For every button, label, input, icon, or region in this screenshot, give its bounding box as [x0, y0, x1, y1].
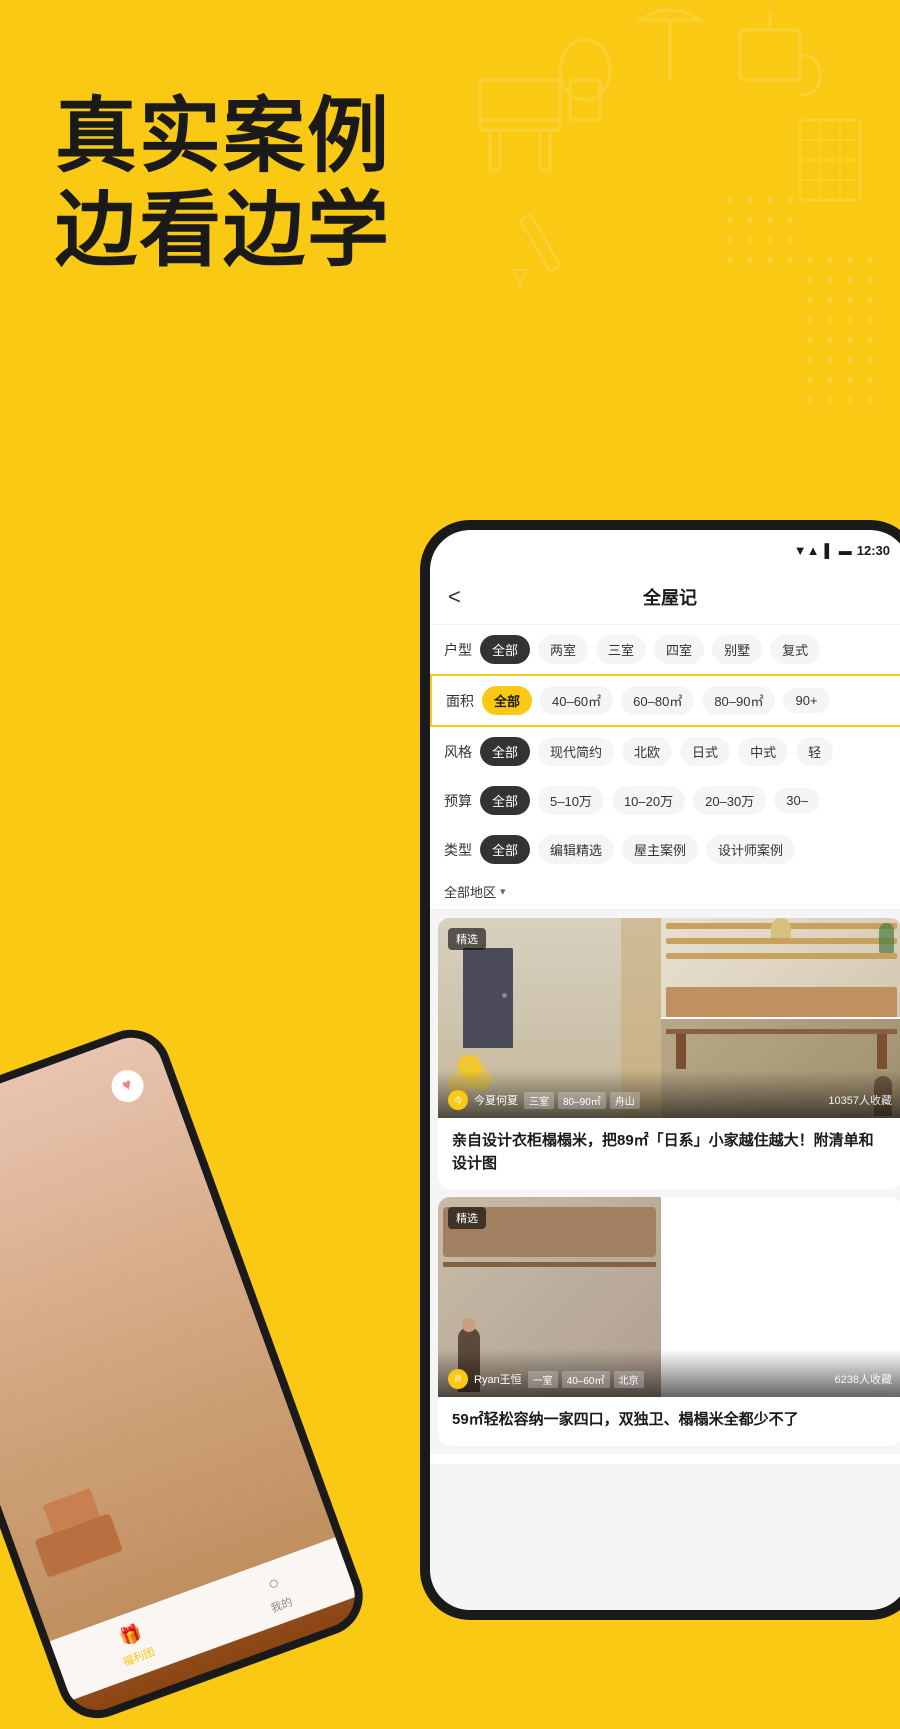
style-chip-chinese[interactable]: 中式 [738, 737, 788, 766]
card-2-saves: 6238人收藏 [835, 1371, 892, 1387]
area-chip-60-80[interactable]: 60–80㎡ [621, 686, 694, 715]
card-1-tag-rooms: 三室 [524, 1092, 554, 1109]
region-filter-row[interactable]: 全部地区 ▾ [430, 874, 900, 910]
back-button[interactable]: < [448, 584, 461, 610]
signal-icon: ▌ [825, 543, 834, 558]
area-chip-all[interactable]: 全部 [482, 686, 532, 715]
phone-small: ♥ 🎁 福利团 ○ 我的 [0, 1019, 374, 1729]
type-chip-3[interactable]: 三室 [596, 635, 646, 664]
type-chip-duplex[interactable]: 复式 [770, 635, 820, 664]
category-chip-editor[interactable]: 编辑精选 [538, 835, 614, 864]
card-2-meta: R Ryan王恒 一室 40–60㎡ 北京 6238人收藏 [438, 1349, 900, 1397]
style-chip-all[interactable]: 全部 [480, 737, 530, 766]
status-icons: ▼▲ ▌ ▬ 12:30 [794, 543, 890, 558]
card-2-author: Ryan王恒 [474, 1371, 522, 1387]
budget-chip-20-30[interactable]: 20–30万 [693, 786, 766, 815]
card-1-badge: 精选 [448, 928, 486, 950]
filters-container: 户型 全部 两室 三室 四室 别墅 复式 面积 全部 40–60㎡ 60–80㎡… [430, 625, 900, 910]
phone-screen: ▼▲ ▌ ▬ 12:30 < 全屋记 户型 全部 两室 三室 四室 别墅 复式 [430, 530, 900, 1610]
card-2-tag-city: 北京 [614, 1371, 644, 1388]
filter-row-type: 户型 全部 两室 三室 四室 别墅 复式 [430, 625, 900, 674]
card-2-badge: 精选 [448, 1207, 486, 1229]
page-title: 全屋记 [643, 584, 697, 610]
area-chip-40-60[interactable]: 40–60㎡ [540, 686, 613, 715]
phone-small-screen: ♥ 🎁 福利团 ○ 我的 [0, 1029, 364, 1719]
time: 12:30 [857, 543, 890, 558]
card-2-tags: 一室 40–60㎡ 北京 [528, 1371, 644, 1388]
card-2-title: 59㎡轻松容纳一家四口，双独卫、榻榻米全都少不了 [438, 1397, 900, 1446]
budget-chip-5-10[interactable]: 5–10万 [538, 786, 604, 815]
card-1-saves: 10357人收藏 [828, 1092, 892, 1108]
content-area: 精选 [430, 910, 900, 1610]
card-1-author: 今夏何夏 [474, 1092, 518, 1108]
budget-chip-10-20[interactable]: 10–20万 [612, 786, 685, 815]
card-2-meta-left: R Ryan王恒 一室 40–60㎡ 北京 [448, 1369, 644, 1389]
type-label: 户型 [444, 640, 472, 660]
card-1-tag-city: 舟山 [610, 1092, 640, 1109]
type-chip-4[interactable]: 四室 [654, 635, 704, 664]
type-chip-villa[interactable]: 别墅 [712, 635, 762, 664]
budget-chip-30plus[interactable]: 30– [774, 788, 820, 813]
bottom-safe [430, 1454, 900, 1464]
card-1[interactable]: 精选 [438, 918, 900, 1189]
budget-label: 预算 [444, 791, 472, 811]
style-label: 风格 [444, 742, 472, 762]
type-chip-2[interactable]: 两室 [538, 635, 588, 664]
card-2-avatar: R [448, 1369, 468, 1389]
small-nav-profile[interactable]: ○ 我的 [258, 1568, 295, 1617]
style-chip-japanese[interactable]: 日式 [680, 737, 730, 766]
card-2[interactable]: 精选 [438, 1197, 900, 1446]
area-chip-90plus[interactable]: 90+ [783, 688, 829, 713]
card-2-tag-rooms: 一室 [528, 1371, 558, 1388]
category-label: 类型 [444, 840, 472, 860]
card-2-image: 精选 [438, 1197, 900, 1397]
category-chip-owner[interactable]: 屋主案例 [622, 835, 698, 864]
card-1-img-right-top [661, 918, 900, 1017]
battery-icon: ▬ [839, 543, 852, 558]
card-1-meta-left: 今 今夏何夏 三室 80–90㎡ 舟山 [448, 1090, 640, 1110]
phone-main: ▼▲ ▌ ▬ 12:30 < 全屋记 户型 全部 两室 三室 四室 别墅 复式 [420, 520, 900, 1620]
filter-row-category: 类型 全部 编辑精选 屋主案例 设计师案例 [430, 825, 900, 874]
filter-row-area: 面积 全部 40–60㎡ 60–80㎡ 80–90㎡ 90+ [430, 674, 900, 727]
small-nav-gift[interactable]: 🎁 福利团 [111, 1618, 157, 1670]
background-decoration [420, 0, 900, 420]
style-chip-nordic[interactable]: 北欧 [622, 737, 672, 766]
style-chip-light[interactable]: 轻 [796, 737, 833, 766]
type-chip-all[interactable]: 全部 [480, 635, 530, 664]
card-1-meta: 今 今夏何夏 三室 80–90㎡ 舟山 10357人收藏 [438, 1070, 900, 1118]
area-label: 面积 [446, 691, 474, 711]
card-1-tags: 三室 80–90㎡ 舟山 [524, 1092, 640, 1109]
status-bar: ▼▲ ▌ ▬ 12:30 [430, 530, 900, 570]
card-1-avatar: 今 [448, 1090, 468, 1110]
hero-title: 真实案例 边看边学 [55, 90, 391, 279]
budget-chip-all[interactable]: 全部 [480, 786, 530, 815]
style-chip-modern[interactable]: 现代简约 [538, 737, 614, 766]
card-1-tag-area: 80–90㎡ [558, 1092, 606, 1109]
card-2-tag-area: 40–60㎡ [562, 1371, 610, 1388]
hero-section: 真实案例 边看边学 [55, 90, 391, 279]
category-chip-all[interactable]: 全部 [480, 835, 530, 864]
app-header: < 全屋记 [430, 570, 900, 625]
region-label: 全部地区 [444, 882, 496, 901]
region-chevron: ▾ [500, 885, 506, 898]
wifi-icon: ▼▲ [794, 543, 820, 558]
card-1-title: 亲自设计衣柜榻榻米，把89㎡「日系」小家越住越大！附清单和设计图 [438, 1118, 900, 1189]
card-1-image: 精选 [438, 918, 900, 1118]
area-chip-80-90[interactable]: 80–90㎡ [702, 686, 775, 715]
category-chip-designer[interactable]: 设计师案例 [706, 835, 795, 864]
filter-row-budget: 预算 全部 5–10万 10–20万 20–30万 30– [430, 776, 900, 825]
filter-row-style: 风格 全部 现代简约 北欧 日式 中式 轻 [430, 727, 900, 776]
